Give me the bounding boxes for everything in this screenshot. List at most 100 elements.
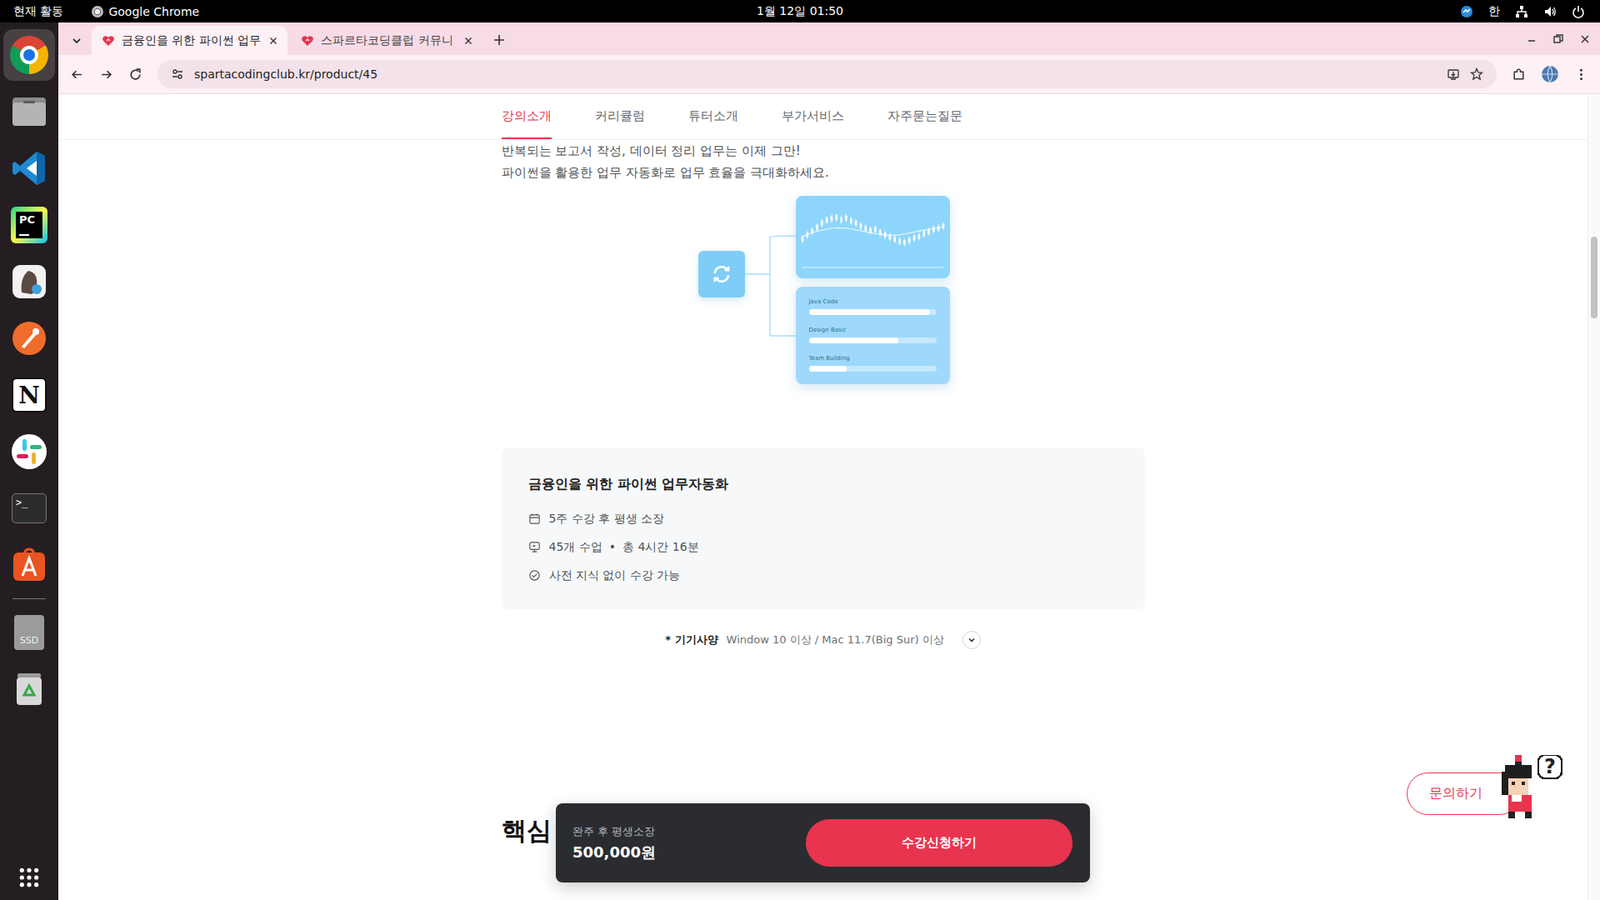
scrollbar[interactable] [1587,94,1600,900]
tab-strip: 금융인을 위한 파이썬 업무스파르타코딩클럽 커뮤니 [58,22,1600,55]
section-tab[interactable]: 부가서비스 [781,94,845,140]
purchase-bar: 완주 후 평생소장500,000원수강신청하기 [555,803,1090,883]
reload-icon[interactable] [128,67,143,82]
menu-icon[interactable] [1574,67,1589,82]
candle [820,219,824,228]
forward-icon[interactable] [99,67,114,82]
power-icon[interactable] [1571,5,1585,19]
terminal-icon: >_ [11,493,47,524]
update-icon[interactable] [1460,5,1474,19]
chrome-icon [10,35,49,75]
dock-item[interactable] [3,140,55,197]
trend-line [802,227,944,237]
progress-track [809,365,937,372]
heart-icon [300,34,315,48]
progress-track [809,309,937,315]
course-summary-card: 금융인을 위한 파이썬 업무자동화5주 수강 후 평생 소장45개 수업•총 4… [501,447,1145,610]
section-tab[interactable]: 자주묻는질문 [887,94,963,140]
dock-item[interactable]: >_ [3,480,55,537]
app-menu[interactable]: Google Chrome [91,5,200,19]
section-tab[interactable]: 튜터소개 [688,94,739,140]
dock-item[interactable] [3,29,55,81]
calendar-icon [528,512,541,525]
candle [869,226,872,235]
restore-icon[interactable] [1551,32,1565,46]
profile-icon[interactable] [1540,65,1560,84]
postman-icon [10,319,49,358]
candle [907,235,910,245]
section-tab[interactable]: 커리큘럼 [595,94,645,140]
site-info-icon[interactable] [170,67,185,81]
minimize-icon[interactable] [1525,32,1539,46]
address-bar[interactable]: spartacodingclub.kr/product/45 [157,60,1497,89]
automation-illustration: Java CodeDesign BasicTeam Building [501,192,1145,401]
progress-track [809,337,937,344]
heart-icon [101,34,115,48]
section-nav: 강의소개 커리큘럼 튜터소개 부가서비스 자주묻는질문 [58,94,1588,140]
candle [941,221,945,230]
network-icon[interactable] [1515,5,1529,19]
enroll-button[interactable]: 수강신청하기 [805,819,1073,867]
web-page: 강의소개 커리큘럼 튜터소개 부가서비스 자주묻는질문반복되는 보고서 작성, 데이터 … [58,94,1600,900]
activities-button[interactable]: 현재 활동 [13,4,64,20]
progress-row: Design Basic [809,326,937,344]
candle [859,221,862,230]
viewer-icon [10,262,49,301]
files-icon [10,92,49,131]
app-grid-icon[interactable] [18,866,40,889]
star-icon[interactable] [1470,67,1484,81]
mascot-mark: ? [1544,755,1556,779]
toolbar: spartacodingclub.kr/product/45 [58,55,1600,95]
progress-card: Java CodeDesign BasicTeam Building [795,286,950,385]
dock-item[interactable] [3,660,55,718]
candle [815,223,819,232]
candle [878,228,881,237]
intro-text: 반복되는 보고서 작성, 데이터 정리 업무는 이제 그만!파이썬을 활용한 업… [501,140,1145,184]
new-tab-icon[interactable] [492,33,506,47]
progress-row: Java Code [809,298,937,315]
candle [840,215,843,225]
dock-item[interactable]: PC [3,196,55,254]
candle [912,234,915,243]
dock-item[interactable]: N [3,366,55,424]
browser-tab[interactable]: 금융인을 위한 파이썬 업무 [91,25,288,55]
install-icon[interactable] [1446,67,1460,81]
dock: PC N >_ SSD [0,22,59,900]
dock-item[interactable] [3,253,55,310]
candle [864,224,867,233]
tab-search-button[interactable] [65,25,89,55]
desktop: 현재 활동 Google Chrome 1월 12일 01:50 한 PC N >_ SSD… [0,0,1600,900]
sync-icon [710,262,734,286]
back-icon[interactable] [70,67,85,82]
dock-item[interactable]: SSD [3,604,55,661]
close-icon[interactable] [462,35,475,47]
candle [830,214,833,223]
app-center-icon [10,545,49,585]
notion-icon: N [11,377,47,413]
candle [845,214,848,223]
close-icon[interactable] [267,35,280,47]
extensions-icon[interactable] [1511,67,1526,82]
candle [854,219,857,228]
close-window-icon[interactable] [1578,32,1592,46]
dock-item[interactable] [3,423,55,480]
mascot-icon[interactable]: ? [1498,755,1565,819]
spec-expand-button[interactable] [962,630,981,650]
input-method[interactable]: 한 [1488,4,1500,20]
scroll-thumb[interactable] [1590,236,1598,319]
vscode-icon [10,149,49,188]
dock-item[interactable] [3,83,55,140]
clock[interactable]: 1월 12일 01:50 [756,4,844,20]
course-fact: 사전 지식 없이 수강 가능 [528,565,1119,585]
section-tab[interactable]: 강의소개 [501,94,552,140]
candle [835,213,838,222]
dock-item[interactable] [3,310,55,367]
dock-item[interactable] [3,536,55,594]
chart-card [795,195,950,279]
url-text[interactable]: spartacodingclub.kr/product/45 [194,67,378,81]
trash-icon [10,670,49,709]
volume-icon[interactable] [1543,5,1557,19]
candle [888,232,891,241]
browser-tab[interactable]: 스파르타코딩클럽 커뮤니 [290,25,483,55]
candlestick-chart [795,195,950,279]
